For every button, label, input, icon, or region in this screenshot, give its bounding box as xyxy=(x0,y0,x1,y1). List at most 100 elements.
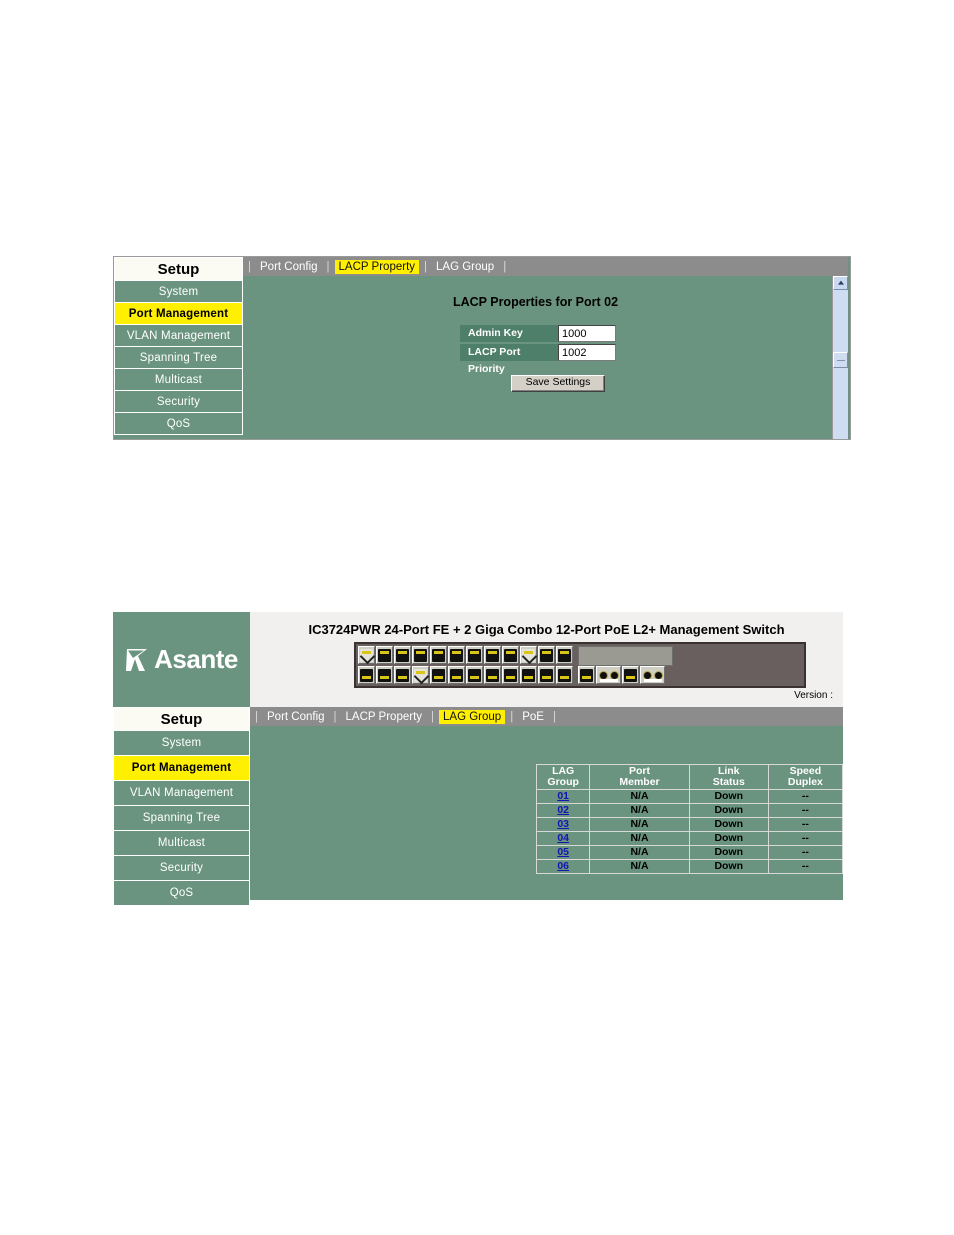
panel2-tabbar: | Port Config | LACP Property | LAG Grou… xyxy=(250,707,843,726)
tab-separator: | xyxy=(503,260,507,273)
table-row: 03 N/A Down -- xyxy=(535,817,844,832)
sidebar-item-security[interactable]: Security xyxy=(114,391,243,413)
port-icon xyxy=(622,666,639,684)
tab-lag-group[interactable]: LAG Group xyxy=(432,260,498,274)
cell-lag-group: 02 xyxy=(535,803,591,818)
lag-group-link[interactable]: 02 xyxy=(557,804,569,816)
cell-link-status: Down xyxy=(688,859,769,874)
lag-group-link[interactable]: 04 xyxy=(557,832,569,844)
tab-separator: | xyxy=(431,710,435,723)
tab-port-config[interactable]: Port Config xyxy=(256,260,322,274)
sfp-port-icon xyxy=(596,666,621,684)
panel1-content: LACP Properties for Port 02 Admin Key LA… xyxy=(243,276,848,439)
tab-separator: | xyxy=(510,710,514,723)
sidebar-header: Setup xyxy=(114,257,243,281)
lacp-settings-form: Admin Key LACP Port Priority xyxy=(460,325,616,375)
cell-link-status: Down xyxy=(688,803,769,818)
port-icon xyxy=(484,646,501,664)
port-icon xyxy=(556,646,573,664)
cell-speed-duplex: -- xyxy=(767,859,844,874)
sidebar-item-spanning-tree[interactable]: Spanning Tree xyxy=(114,347,243,369)
cell-speed-duplex: -- xyxy=(767,831,844,846)
cell-speed-duplex: -- xyxy=(767,803,844,818)
sidebar-item-multicast[interactable]: Multicast xyxy=(114,369,243,391)
port-icon xyxy=(430,646,447,664)
sidebar-item-vlan-management[interactable]: VLAN Management xyxy=(113,781,250,806)
cell-port-member: N/A xyxy=(589,803,690,818)
scrollbar-track[interactable] xyxy=(833,290,848,439)
sidebar-item-security[interactable]: Security xyxy=(113,856,250,881)
cell-lag-group: 06 xyxy=(535,859,591,874)
vertical-scrollbar[interactable] xyxy=(832,276,848,439)
scroll-up-button[interactable] xyxy=(833,276,848,290)
tab-port-config[interactable]: Port Config xyxy=(263,710,329,724)
cell-link-status: Down xyxy=(688,845,769,860)
blank-panel-area xyxy=(578,646,673,666)
sidebar-item-port-management[interactable]: Port Management xyxy=(113,756,250,781)
cell-link-status: Down xyxy=(688,831,769,846)
asante-mark-icon xyxy=(126,648,148,671)
column-header-link-status: Link Status xyxy=(688,764,769,790)
port-icon xyxy=(556,666,573,684)
port-icon xyxy=(466,646,483,664)
lag-group-link[interactable]: 03 xyxy=(557,818,569,830)
table-row: 06 N/A Down -- xyxy=(535,859,844,874)
sidebar-item-qos[interactable]: QoS xyxy=(113,881,250,906)
lag-group-link[interactable]: 06 xyxy=(557,860,569,872)
sidebar-item-system[interactable]: System xyxy=(113,731,250,756)
cell-port-member: N/A xyxy=(589,831,690,846)
port-icon xyxy=(484,666,501,684)
tab-lag-group[interactable]: LAG Group xyxy=(439,709,506,724)
tab-separator: | xyxy=(255,710,258,723)
tab-lacp-property[interactable]: LACP Property xyxy=(342,710,427,724)
page-title: LACP Properties for Port 02 xyxy=(452,295,619,309)
port-icon xyxy=(448,646,465,664)
sidebar-item-vlan-management[interactable]: VLAN Management xyxy=(114,325,243,347)
port-icon xyxy=(448,666,465,684)
grip-icon xyxy=(837,360,845,361)
port-row-bottom xyxy=(358,666,574,684)
lag-group-link[interactable]: 05 xyxy=(557,846,569,858)
cell-port-member: N/A xyxy=(589,789,690,804)
port-icon xyxy=(538,666,555,684)
port-icon xyxy=(376,666,393,684)
lag-group-panel: Asante IC3724PWR 24-Port FE + 2 Giga Com… xyxy=(113,612,844,906)
port-icon xyxy=(578,666,595,684)
table-row: 01 N/A Down -- xyxy=(535,789,844,804)
port-icon xyxy=(394,666,411,684)
tab-lacp-property[interactable]: LACP Property xyxy=(334,259,420,274)
cell-port-member: N/A xyxy=(589,817,690,832)
scrollbar-thumb[interactable] xyxy=(833,352,848,368)
panel1-tabbar: | Port Config | LACP Property | LAG Grou… xyxy=(243,257,848,276)
combo-row-top xyxy=(578,646,673,666)
port-icon xyxy=(520,666,537,684)
cell-speed-duplex: -- xyxy=(767,789,844,804)
sidebar-item-multicast[interactable]: Multicast xyxy=(113,831,250,856)
tab-separator: | xyxy=(552,710,556,723)
switch-front-panel-image xyxy=(354,642,806,688)
sidebar-item-system[interactable]: System xyxy=(114,281,243,303)
panel2-sidebar: Setup System Port Management VLAN Manage… xyxy=(113,707,250,906)
cell-port-member: N/A xyxy=(589,845,690,860)
sidebar-item-spanning-tree[interactable]: Spanning Tree xyxy=(113,806,250,831)
port-block-combo xyxy=(576,644,675,686)
lacp-port-priority-row: LACP Port Priority xyxy=(460,344,616,375)
port-icon-selected xyxy=(412,666,429,684)
port-icon xyxy=(376,646,393,664)
chevron-up-icon xyxy=(837,280,844,285)
lacp-port-priority-input[interactable] xyxy=(558,344,616,361)
tab-separator: | xyxy=(424,260,428,273)
save-settings-button[interactable]: Save Settings xyxy=(511,375,605,392)
sidebar-item-qos[interactable]: QoS xyxy=(114,413,243,435)
sidebar-header: Setup xyxy=(113,707,250,731)
port-icon xyxy=(430,666,447,684)
port-icon xyxy=(358,666,375,684)
logo-text: Asante xyxy=(154,644,238,674)
tab-poe[interactable]: PoE xyxy=(518,710,548,724)
lag-group-table: LAG Group Port Member Link Status Speed … xyxy=(535,764,844,874)
port-row-top xyxy=(358,646,574,664)
lag-group-link[interactable]: 01 xyxy=(557,790,569,802)
port-icon xyxy=(358,646,375,664)
admin-key-input[interactable] xyxy=(558,325,616,342)
sidebar-item-port-management[interactable]: Port Management xyxy=(114,303,243,325)
